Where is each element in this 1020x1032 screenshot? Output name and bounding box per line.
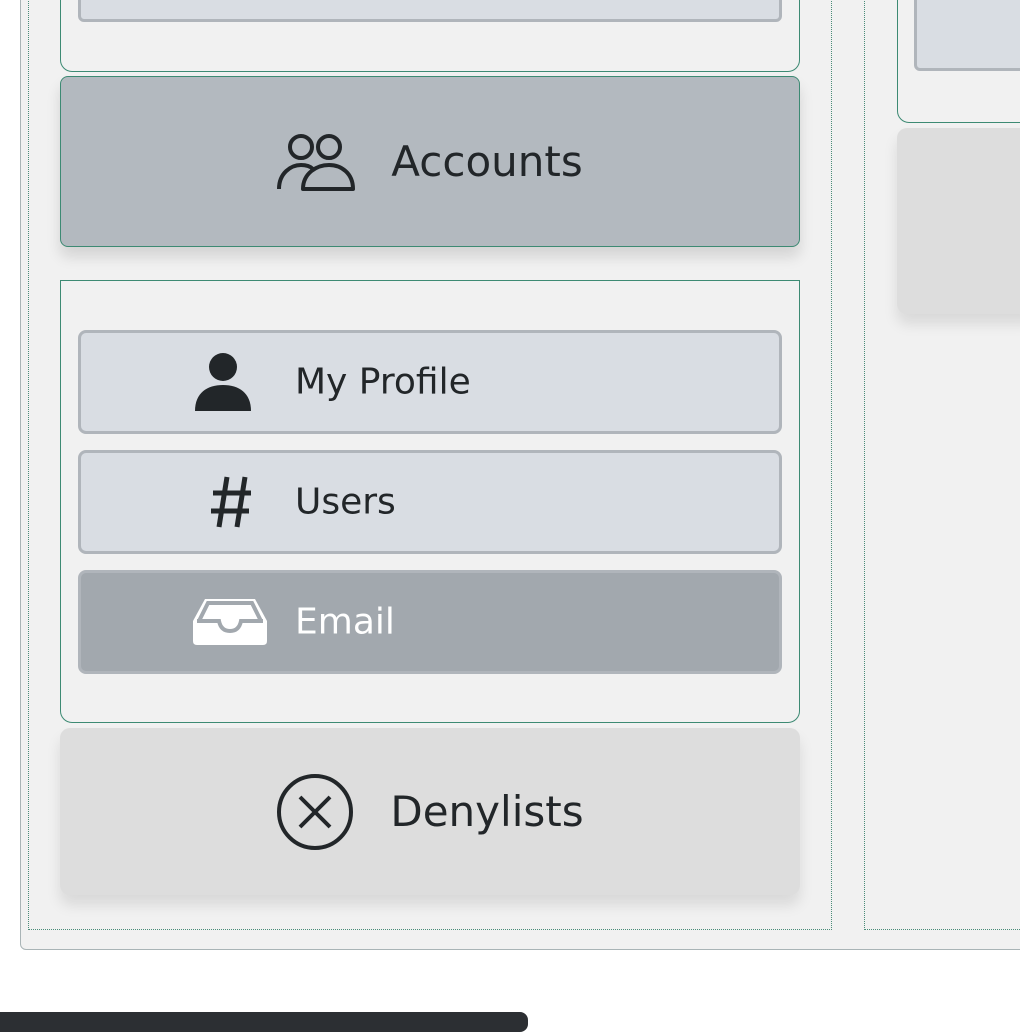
right-menu-item[interactable]	[914, 0, 1020, 71]
accounts-button[interactable]: Accounts	[60, 76, 800, 247]
right-menu-button[interactable]	[897, 128, 1020, 314]
submenu-label: Email	[295, 601, 395, 643]
right-menu-group	[897, 0, 1020, 123]
submenu-label: Users	[295, 481, 396, 523]
partial-icon	[241, 0, 271, 9]
inbox-icon	[191, 597, 269, 647]
users-icon	[277, 133, 356, 191]
submenu-item-email[interactable]: Email	[78, 570, 782, 674]
denylists-label: Denylists	[390, 787, 584, 836]
previous-menu-item[interactable]	[78, 0, 782, 22]
submenu-label: My Profile	[295, 361, 471, 403]
bottom-toolbar	[0, 1012, 528, 1032]
submenu-item-users[interactable]: Users	[78, 450, 782, 554]
hash-icon	[209, 475, 253, 529]
circle-x-icon	[276, 773, 354, 851]
denylists-button[interactable]: Denylists	[60, 728, 800, 895]
accounts-label: Accounts	[391, 137, 583, 186]
submenu-item-my-profile[interactable]: My Profile	[78, 330, 782, 434]
user-icon	[193, 353, 253, 411]
